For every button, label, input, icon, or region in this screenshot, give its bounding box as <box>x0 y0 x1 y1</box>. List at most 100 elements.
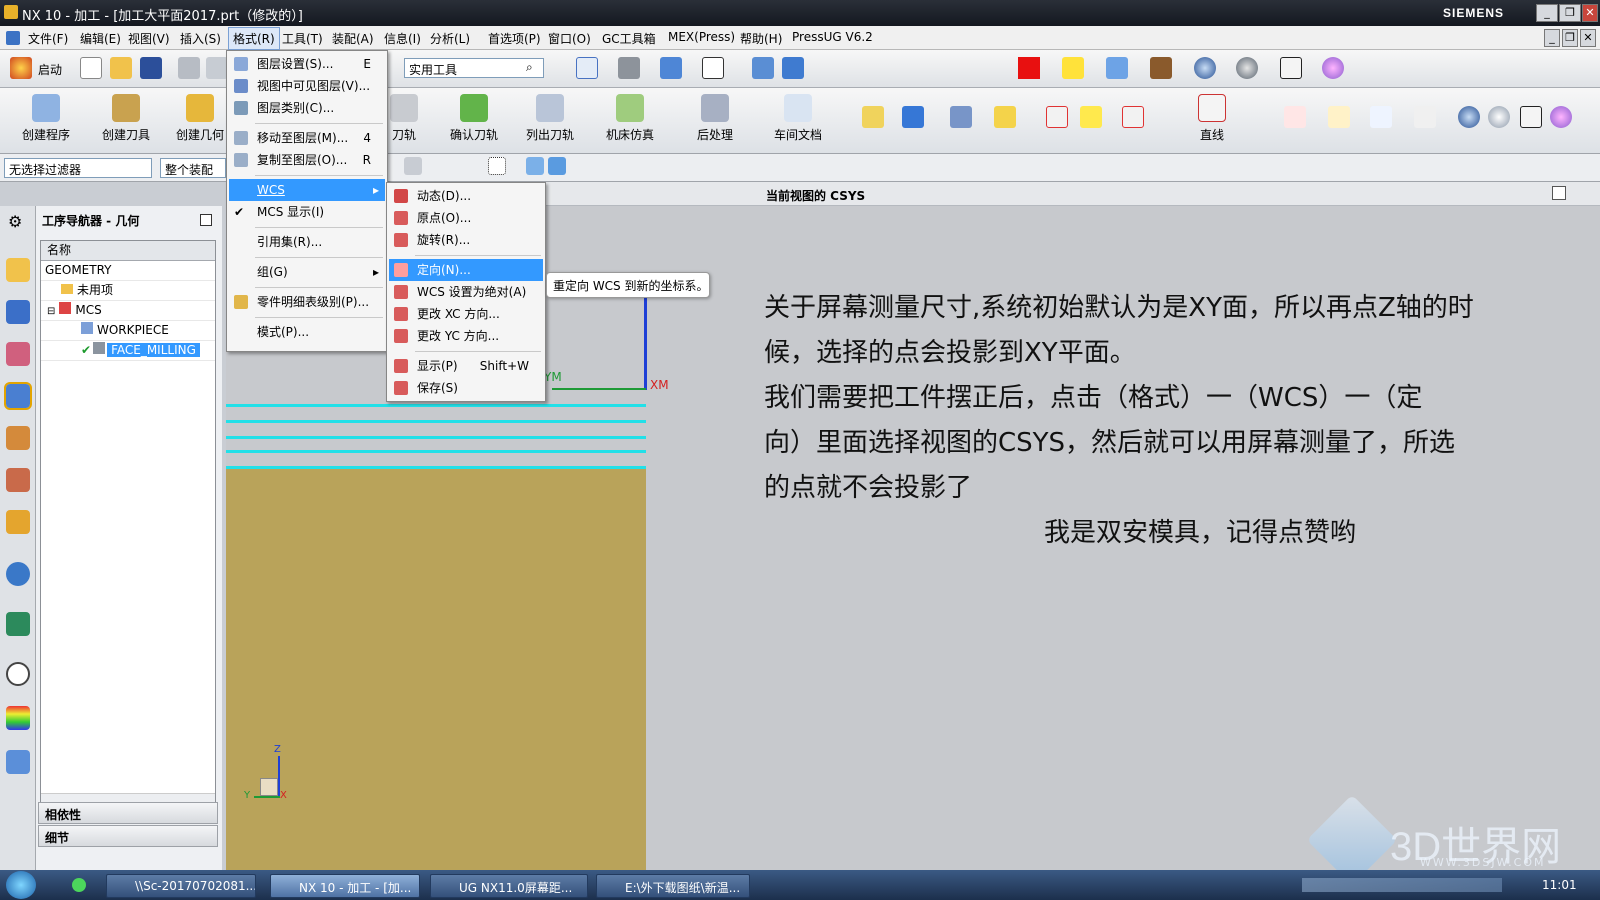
start-icon[interactable] <box>10 57 32 79</box>
menu-item-set-absolute[interactable]: WCS 设置为绝对(A) <box>389 281 543 303</box>
background-icon[interactable] <box>702 57 724 79</box>
measure-icon[interactable] <box>862 106 884 128</box>
view-orient-icon[interactable] <box>660 57 682 79</box>
move-object-icon[interactable] <box>752 57 774 79</box>
transform-icon[interactable] <box>782 57 804 79</box>
blue-sphere-icon[interactable] <box>1194 57 1216 79</box>
gear2-icon[interactable] <box>1550 106 1572 128</box>
navigator-tree[interactable]: 名称 GEOMETRY 未用项 ⊟ MCS WORKPIECE ✔ FACE_MIL… <box>40 240 216 810</box>
d2-icon[interactable] <box>1106 57 1128 79</box>
machine-nav-icon[interactable] <box>6 426 30 450</box>
settings-gear-icon[interactable]: ⚙ <box>8 212 22 231</box>
dependencies-pane[interactable]: 相依性 <box>38 802 218 824</box>
tree-row-workpiece[interactable]: WORKPIECE <box>41 321 215 341</box>
menu-item-layer-category[interactable]: 图层类别(C)... <box>229 97 385 119</box>
menu-info[interactable]: 信息(I) <box>384 30 421 47</box>
menu-item-copy-to-layer[interactable]: 复制至图层(O)... R <box>229 149 385 171</box>
menu-help[interactable]: 帮助(H) <box>740 30 782 47</box>
postprocess-button[interactable]: 后处理 <box>692 94 738 143</box>
collapse-icon[interactable]: ⊟ <box>47 306 55 317</box>
constraint-nav-icon[interactable] <box>6 300 30 324</box>
roles-icon[interactable] <box>6 750 30 774</box>
copy-icon[interactable] <box>206 57 228 79</box>
gray-sphere-icon[interactable] <box>1236 57 1258 79</box>
details-pane[interactable]: 细节 <box>38 825 218 847</box>
select-box-icon[interactable] <box>488 157 506 175</box>
menu-item-save[interactable]: 保存(S) <box>389 377 543 399</box>
machine-sim-button[interactable]: 机床仿真 <box>602 94 658 143</box>
menu-item-change-yc[interactable]: 更改 YC 方向... <box>389 325 543 347</box>
assembly-nav-icon[interactable] <box>6 258 30 282</box>
tree-row-unused[interactable]: 未用项 <box>41 281 215 301</box>
part-nav-icon[interactable] <box>6 342 30 366</box>
menu-insert[interactable]: 插入(S) <box>180 30 221 47</box>
operation-nav-icon[interactable] <box>4 382 32 410</box>
menu-item-layer-settings[interactable]: 图层设置(S)... E <box>229 53 385 75</box>
tree-row-geometry[interactable]: GEOMETRY <box>41 261 215 281</box>
menu-item-visible-layers[interactable]: 视图中可见图层(V)... <box>229 75 385 97</box>
tree-row-face-milling[interactable]: ✔ FACE_MILLING <box>41 341 215 361</box>
material-icon[interactable] <box>1370 106 1392 128</box>
menu-format[interactable]: 格式(R) <box>228 27 280 50</box>
start-orb-icon[interactable] <box>6 871 36 899</box>
taskbar-item[interactable]: UG NX11.0屏幕距... <box>430 874 588 898</box>
utility-field[interactable]: 实用工具 <box>404 58 544 78</box>
silver-ball-icon[interactable] <box>1488 106 1510 128</box>
menu-window[interactable]: 窗口(O) <box>548 30 591 47</box>
menu-file[interactable]: 文件(F) <box>28 30 68 47</box>
tree-row-mcs[interactable]: ⊟ MCS <box>41 301 215 321</box>
cube2-icon[interactable] <box>548 157 566 175</box>
restore-button[interactable]: ❐ <box>1559 4 1581 22</box>
minimize-button[interactable]: _ <box>1536 4 1558 22</box>
shop-doc-button[interactable]: 车间文档 <box>768 94 828 143</box>
menu-edit[interactable]: 编辑(E) <box>80 30 121 47</box>
menu-gc-toolbox[interactable]: GC工具箱 <box>602 30 656 47</box>
tree-header[interactable]: 名称 <box>41 241 215 261</box>
new-file-icon[interactable] <box>80 57 102 79</box>
verify-toolpath-button[interactable]: 确认刀轨 <box>446 94 502 143</box>
absolute-icon[interactable] <box>1122 106 1144 128</box>
menu-item-dynamic[interactable]: 动态(D)... <box>389 185 543 207</box>
color-palette-icon[interactable] <box>6 706 30 730</box>
library-icon[interactable] <box>6 510 30 534</box>
menu-item-display[interactable]: 显示(P) Shift+W <box>389 355 543 377</box>
yellow-face-icon[interactable] <box>1080 106 1102 128</box>
blue-ball-icon[interactable] <box>1458 106 1480 128</box>
web-browser-icon[interactable] <box>6 562 30 586</box>
gear-icon[interactable] <box>1322 57 1344 79</box>
menu-item-rotate[interactable]: 旋转(R)... <box>389 229 543 251</box>
script2-icon[interactable] <box>1520 106 1542 128</box>
orient-icon[interactable] <box>1046 106 1068 128</box>
menu-item-reference-set[interactable]: 引用集(R)... <box>229 231 385 253</box>
navigator-close-button[interactable] <box>200 214 212 226</box>
history-icon[interactable] <box>6 612 30 636</box>
taskbar-item[interactable]: NX 10 - 加工 - [加... <box>270 874 420 898</box>
reuse-library-icon[interactable] <box>6 468 30 492</box>
fit-view-icon[interactable] <box>576 57 598 79</box>
snap-icon[interactable] <box>902 106 924 128</box>
machining-face-icon[interactable] <box>1328 106 1350 128</box>
app-tray-icon[interactable] <box>72 878 86 892</box>
menu-view[interactable]: 视图(V) <box>128 30 170 47</box>
taskbar-item[interactable]: E:\外下载图纸\新温... <box>596 874 750 898</box>
doc-restore-button[interactable]: ❐ <box>1562 29 1578 47</box>
create-program-button[interactable]: 创建程序 <box>18 94 74 143</box>
start-button[interactable]: 启动 <box>38 61 62 78</box>
menu-item-group[interactable]: 组(G) ▸ <box>229 261 385 283</box>
ruler-icon[interactable] <box>994 106 1016 128</box>
taskbar-item[interactable]: \\Sc-20170702081... <box>106 874 256 898</box>
menu-item-orient[interactable]: 定向(N)... <box>389 259 543 281</box>
template-icon[interactable] <box>1414 106 1436 128</box>
axis-icon[interactable] <box>950 106 972 128</box>
menu-item-move-to-layer[interactable]: 移动至图层(M)... 4 <box>229 127 385 149</box>
menu-item-mcs-display[interactable]: ✔ MCS 显示(I) <box>229 201 385 223</box>
menu-assembly[interactable]: 装配(A) <box>332 30 374 47</box>
menu-item-change-xc[interactable]: 更改 XC 方向... <box>389 303 543 325</box>
selection-filter[interactable]: 无选择过滤器 <box>4 158 152 178</box>
fine-mill-icon[interactable] <box>1062 57 1084 79</box>
create-geometry-button[interactable]: 创建几何 <box>172 94 228 143</box>
menu-item-wcs[interactable]: WCS ▸ <box>229 179 385 201</box>
close-button[interactable]: ✕ <box>1582 4 1598 22</box>
menu-preferences[interactable]: 首选项(P) <box>488 30 541 47</box>
menu-tools[interactable]: 工具(T) <box>282 30 323 47</box>
